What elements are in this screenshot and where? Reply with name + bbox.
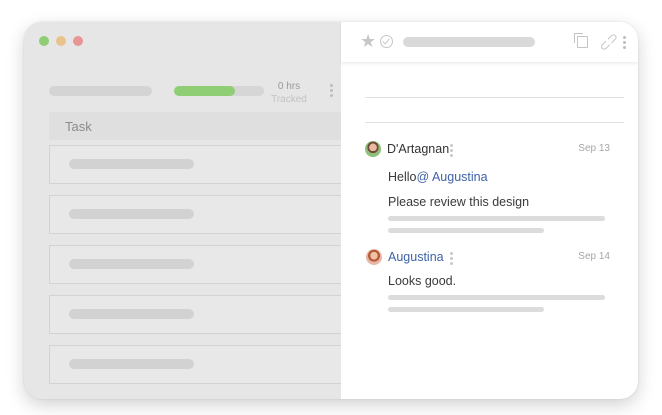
text-placeholder <box>388 216 605 221</box>
star-icon[interactable]: ★ <box>360 32 376 50</box>
comment-mention[interactable]: @ Augustina <box>417 170 488 184</box>
task-column-header: Task <box>49 112 349 140</box>
task-name-placeholder <box>69 159 194 169</box>
comment-date: Sep 14 <box>578 251 610 262</box>
comment-text: Please review this design <box>388 195 530 209</box>
comment-text: Hello@ Augustina <box>388 170 488 184</box>
app-window: 0 hrs Tracked Task ★ ⊂⊃ D'Artagnan Sep 1… <box>24 22 638 399</box>
comment-date: Sep 13 <box>578 143 610 154</box>
progress-bar-fill <box>174 86 236 96</box>
task-row[interactable] <box>49 345 350 384</box>
avatar <box>366 249 382 265</box>
window-close-button[interactable] <box>73 36 83 46</box>
text-placeholder <box>388 295 605 300</box>
panel-toolbar: ★ ⊂⊃ <box>341 22 638 62</box>
comment-text: Looks good. <box>388 274 457 288</box>
divider <box>365 97 624 98</box>
task-row[interactable] <box>49 295 350 334</box>
list-more-icon[interactable] <box>330 84 334 99</box>
task-row[interactable] <box>49 245 350 284</box>
hours-value: 0 hrs <box>277 81 301 92</box>
task-detail-panel: ★ ⊂⊃ D'Artagnan Sep 13 Hello@ Augustina … <box>341 22 638 399</box>
divider <box>365 122 624 123</box>
comment-greeting: Hello <box>388 170 417 184</box>
comment-more-icon[interactable] <box>450 252 453 267</box>
project-name-placeholder <box>49 86 152 96</box>
link-icon[interactable]: ⊂⊃ <box>596 29 623 56</box>
comment-author[interactable]: Augustina <box>388 250 444 264</box>
more-icon[interactable] <box>623 36 626 51</box>
task-name-placeholder <box>69 309 194 319</box>
task-column-label: Task <box>65 119 92 134</box>
time-tracked: 0 hrs Tracked <box>264 80 314 106</box>
check-circle-icon[interactable] <box>380 35 393 48</box>
comment-author[interactable]: D'Artagnan <box>387 142 449 156</box>
hours-label: Tracked <box>271 94 307 105</box>
copy-icon[interactable] <box>574 33 588 48</box>
text-placeholder <box>388 307 544 312</box>
task-name-placeholder <box>69 259 194 269</box>
task-name-placeholder <box>69 359 194 369</box>
text-placeholder <box>388 228 544 233</box>
avatar <box>365 141 381 157</box>
comment-more-icon[interactable] <box>450 144 453 159</box>
window-maximize-button[interactable] <box>39 36 49 46</box>
task-title-placeholder <box>403 37 535 47</box>
task-row[interactable] <box>49 195 350 234</box>
task-row[interactable] <box>49 145 350 184</box>
task-list-pane: 0 hrs Tracked Task <box>24 22 350 399</box>
progress-bar <box>174 86 264 96</box>
task-name-placeholder <box>69 209 194 219</box>
window-minimize-button[interactable] <box>56 36 66 46</box>
